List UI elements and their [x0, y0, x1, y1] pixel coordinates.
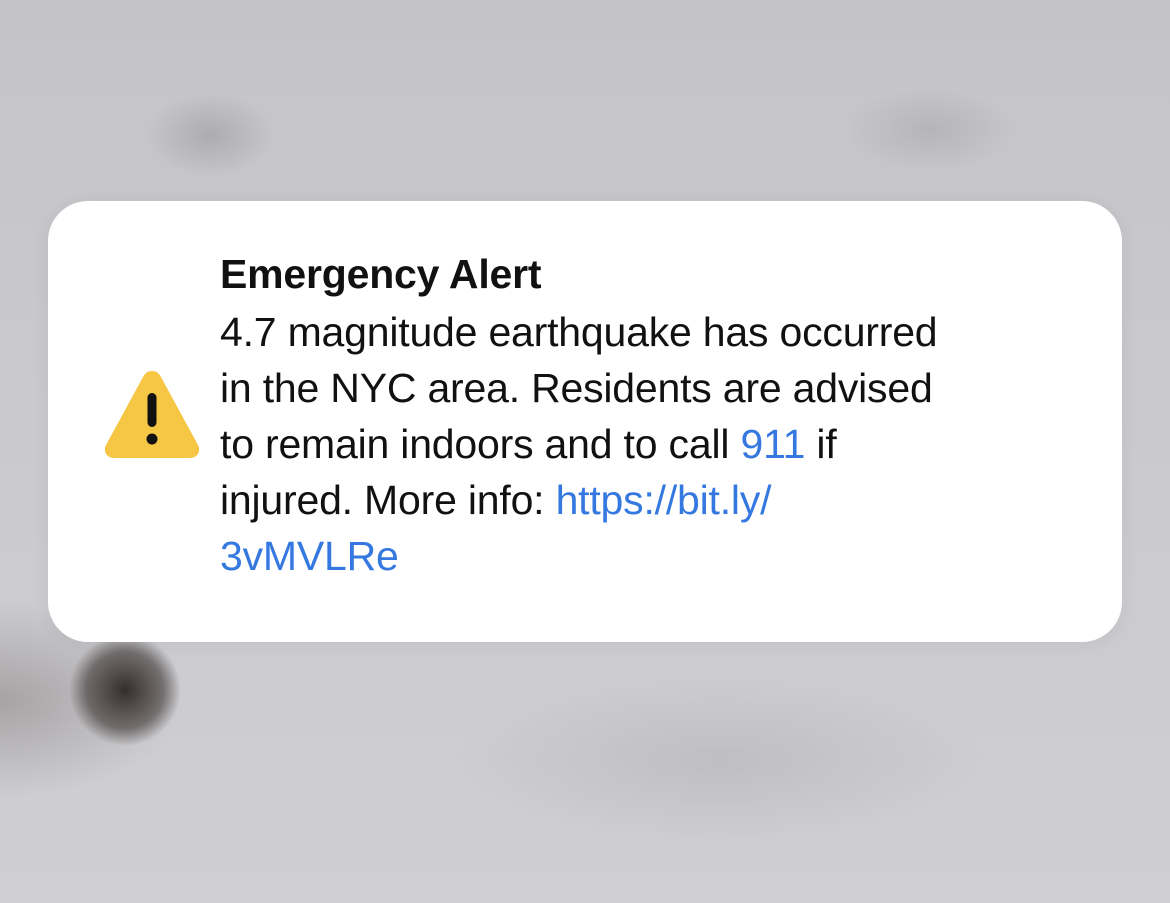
warning-triangle-icon — [104, 371, 200, 458]
alert-message-line: in the NYC area. Residents are advised — [220, 365, 933, 411]
alert-title: Emergency Alert — [220, 251, 542, 297]
info-url-link-continued[interactable]: 3vMVLRe — [220, 533, 399, 579]
alert-message-text: if — [805, 421, 837, 467]
alert-message-text: injured. More info: — [220, 477, 556, 523]
alert-message: 4.7 magnitude earthquake has occurred in… — [220, 304, 1080, 584]
alert-message-line: injured. More info: https://bit.ly/ — [220, 472, 1080, 528]
alert-message-line: to remain indoors and to call 911 if — [220, 416, 1080, 472]
info-url-link[interactable]: https://bit.ly/ — [556, 477, 772, 523]
alert-message-line: 3vMVLRe — [220, 528, 1080, 584]
alert-content: Emergency Alert 4.7 magnitude earthquake… — [220, 248, 1080, 584]
phone-link[interactable]: 911 — [740, 421, 805, 467]
alert-message-text: to remain indoors and to call — [220, 421, 741, 467]
alert-message-line: 4.7 magnitude earthquake has occurred — [220, 309, 938, 355]
